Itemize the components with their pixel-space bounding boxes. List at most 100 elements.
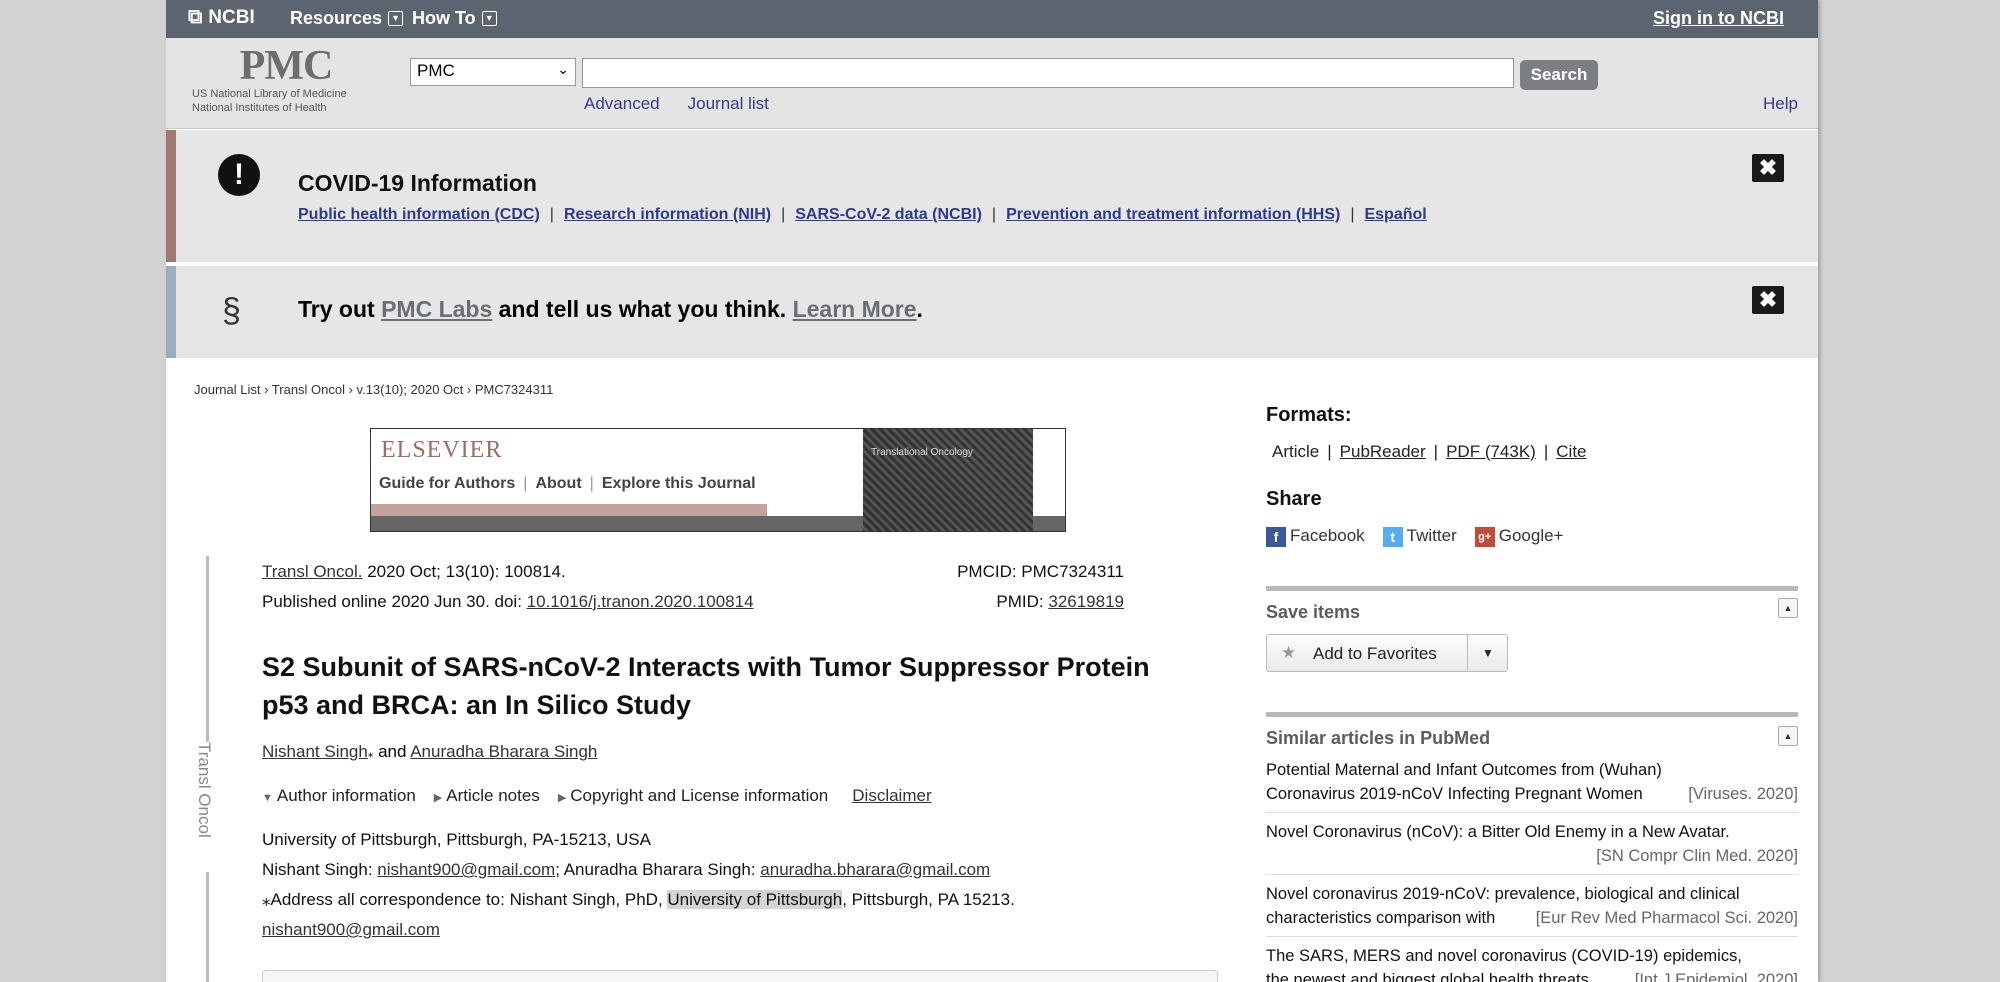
similar-article-title-cont — [1266, 844, 1596, 868]
covid-title: COVID-19 Information — [298, 170, 537, 196]
covid-link-ncbi[interactable]: SARS-CoV-2 data (NCBI) — [795, 206, 982, 223]
journal-link[interactable]: Transl Oncol. — [262, 562, 362, 581]
share-heading: Share — [1266, 488, 1322, 511]
pmcid: PMCID: PMC7324311 — [957, 562, 1124, 581]
howto-menu[interactable]: How To ▼ — [412, 8, 497, 29]
similar-article-title: Novel coronavirus 2019-nCoV: prevalence,… — [1266, 885, 1740, 903]
article-info-toggles: ▼ Author information ▶ Article notes ▶ Copy… — [262, 786, 932, 806]
email-link[interactable]: anuradha.bharara@gmail.com — [760, 860, 990, 879]
advanced-link[interactable]: Advanced — [584, 94, 660, 114]
collapse-save-items-button[interactable]: ▲ — [1778, 598, 1798, 618]
learn-more-link[interactable]: Learn More — [793, 296, 917, 322]
caret-right-icon: ▶ — [557, 792, 567, 804]
add-to-favorites-button[interactable]: ★ Add to Favorites ▼ — [1266, 634, 1508, 672]
citation-text: 2020 Oct; 13(10): 100814. — [362, 562, 566, 581]
close-labs-button[interactable]: ✖ — [1752, 286, 1784, 314]
caret-up-icon: ▲ — [1783, 731, 1793, 741]
ncbi-logo-text: NCBI — [208, 6, 255, 28]
chevron-down-icon: ⌄ — [557, 61, 569, 77]
similar-article-item[interactable]: The SARS, MERS and novel coronavirus (CO… — [1266, 944, 1798, 982]
pmc-logo[interactable]: PMC US National Library of Medicine Nati… — [186, 45, 386, 114]
explore-journal-link[interactable]: Explore this Journal — [602, 475, 756, 493]
covid-link-hhs[interactable]: Prevention and treatment information (HH… — [1006, 206, 1340, 223]
search-button[interactable]: Search — [1520, 60, 1598, 90]
format-pubreader-link[interactable]: PubReader — [1340, 442, 1426, 461]
author-information-toggle[interactable]: ▼ Author information — [262, 786, 416, 806]
item-divider — [1266, 936, 1798, 937]
corr-pre: ⁎Address all correspondence to: Nishant … — [262, 890, 668, 909]
email-link[interactable]: nishant900@gmail.com — [262, 920, 440, 939]
formats-title: Formats: — [1266, 404, 1352, 426]
help-link[interactable]: Help — [1763, 94, 1798, 114]
affiliation: University of Pittsburgh, Pittsburgh, PA… — [262, 830, 651, 849]
similar-article-item[interactable]: Novel coronavirus 2019-nCoV: prevalence,… — [1266, 882, 1798, 930]
author-link[interactable]: Anuradha Bharara Singh — [410, 742, 597, 761]
correspondence-email-line: nishant900@gmail.com — [262, 920, 440, 940]
disclaimer-link[interactable]: Disclaimer — [852, 786, 931, 806]
covid-link-espanol[interactable]: Español — [1364, 206, 1426, 223]
journal-cover-image — [863, 429, 1033, 531]
doi-link[interactable]: 10.1016/j.tranon.2020.100814 — [527, 592, 754, 611]
labs-text-mid: and tell us what you think. — [492, 296, 793, 322]
journal-banner[interactable]: ELSEVIER Guide for Authors | About | Exp… — [370, 428, 1066, 532]
resources-menu[interactable]: Resources ▼ — [290, 8, 404, 29]
author-link[interactable]: Nishant Singh — [262, 742, 368, 761]
copyright-toggle[interactable]: ▶ Copyright and License information — [558, 786, 828, 806]
journal-list-link[interactable]: Journal list — [688, 94, 769, 114]
similar-article-item[interactable]: Novel Coronavirus (nCoV): a Bitter Old E… — [1266, 820, 1798, 868]
pmid-line: PMID: 32619819 — [996, 592, 1124, 612]
author-and: and — [373, 742, 411, 761]
caret-down-icon: ▼ — [1482, 646, 1494, 660]
article-notes-toggle[interactable]: ▶ Article notes — [434, 786, 540, 806]
pmid-label: PMID: — [996, 592, 1049, 611]
panel-rule — [1266, 712, 1798, 717]
format-pdf-link[interactable]: PDF (743K) — [1446, 442, 1536, 461]
similar-article-title: Novel Coronavirus (nCoV): a Bitter Old E… — [1266, 823, 1730, 841]
collapse-similar-button[interactable]: ▲ — [1778, 726, 1798, 746]
similar-article-item[interactable]: Potential Maternal and Infant Outcomes f… — [1266, 758, 1798, 806]
google-share[interactable]: g+ Google+ — [1474, 526, 1564, 547]
format-cite-link[interactable]: Cite — [1556, 442, 1586, 461]
caret-right-icon: ▶ — [433, 792, 443, 804]
pmc-labs-link[interactable]: PMC Labs — [381, 296, 492, 322]
item-divider — [1266, 812, 1798, 813]
twitter-share[interactable]: t Twitter — [1382, 526, 1457, 547]
email-link[interactable]: nishant900@gmail.com — [377, 860, 555, 879]
helix-icon: § — [222, 292, 241, 330]
ncbi-topbar: ⧉ NCBI Resources ▼ How To ▼ Sign in to N… — [166, 0, 1818, 38]
share-label: Google+ — [1498, 526, 1564, 545]
sign-in-link[interactable]: Sign in to NCBI — [1653, 8, 1784, 29]
nav-divider: | — [523, 475, 528, 492]
link-separator: | — [781, 206, 786, 223]
formats-list: Article | PubReader | PDF (743K) | Cite — [1272, 442, 1587, 462]
emails-pre: Nishant Singh: — [262, 860, 378, 879]
facebook-share[interactable]: f Facebook — [1266, 526, 1365, 547]
side-journal-text: Transl Oncol — [195, 742, 214, 838]
covid-link-cdc[interactable]: Public health information (CDC) — [298, 206, 540, 223]
ncbi-logo[interactable]: ⧉ NCBI — [188, 6, 255, 29]
close-covid-button[interactable]: ✖ — [1752, 154, 1784, 182]
link-separator: | — [991, 206, 997, 223]
about-link[interactable]: About — [535, 475, 581, 493]
twitter-icon: t — [1382, 526, 1403, 547]
save-items-heading: Save items — [1266, 602, 1361, 622]
banner-stripe — [371, 504, 767, 516]
cover-title: Translational Oncology — [871, 447, 973, 458]
article-title: S2 Subunit of SARS-nCoV-2 Interacts with… — [262, 652, 1150, 720]
elsevier-logo: ELSEVIER — [381, 437, 503, 463]
breadcrumb[interactable]: Journal List › Transl Oncol › v.13(10); … — [194, 382, 553, 397]
covid-banner: ! COVID-19 Information Public health inf… — [166, 130, 1818, 262]
search-input[interactable] — [582, 58, 1514, 88]
alert-icon: ! — [218, 154, 260, 196]
database-select[interactable]: PMC ⌄ — [410, 58, 576, 86]
pmid-link[interactable]: 32619819 — [1048, 592, 1124, 611]
guide-for-authors-link[interactable]: Guide for Authors — [379, 475, 515, 493]
ncbi-helix-icon: ⧉ — [188, 6, 203, 28]
org-line-1: US National Library of Medicine — [192, 88, 347, 100]
covid-link-nih[interactable]: Research information (NIH) — [564, 206, 771, 223]
share-label: Twitter — [1406, 526, 1457, 545]
emails-mid: ; Anuradha Bharara Singh: — [555, 860, 761, 879]
highlighted-text: University of Pittsburgh — [667, 890, 843, 909]
favorites-dropdown-toggle[interactable]: ▼ — [1467, 635, 1508, 671]
covid-links: Public health information (CDC) | Research… — [298, 206, 1427, 224]
